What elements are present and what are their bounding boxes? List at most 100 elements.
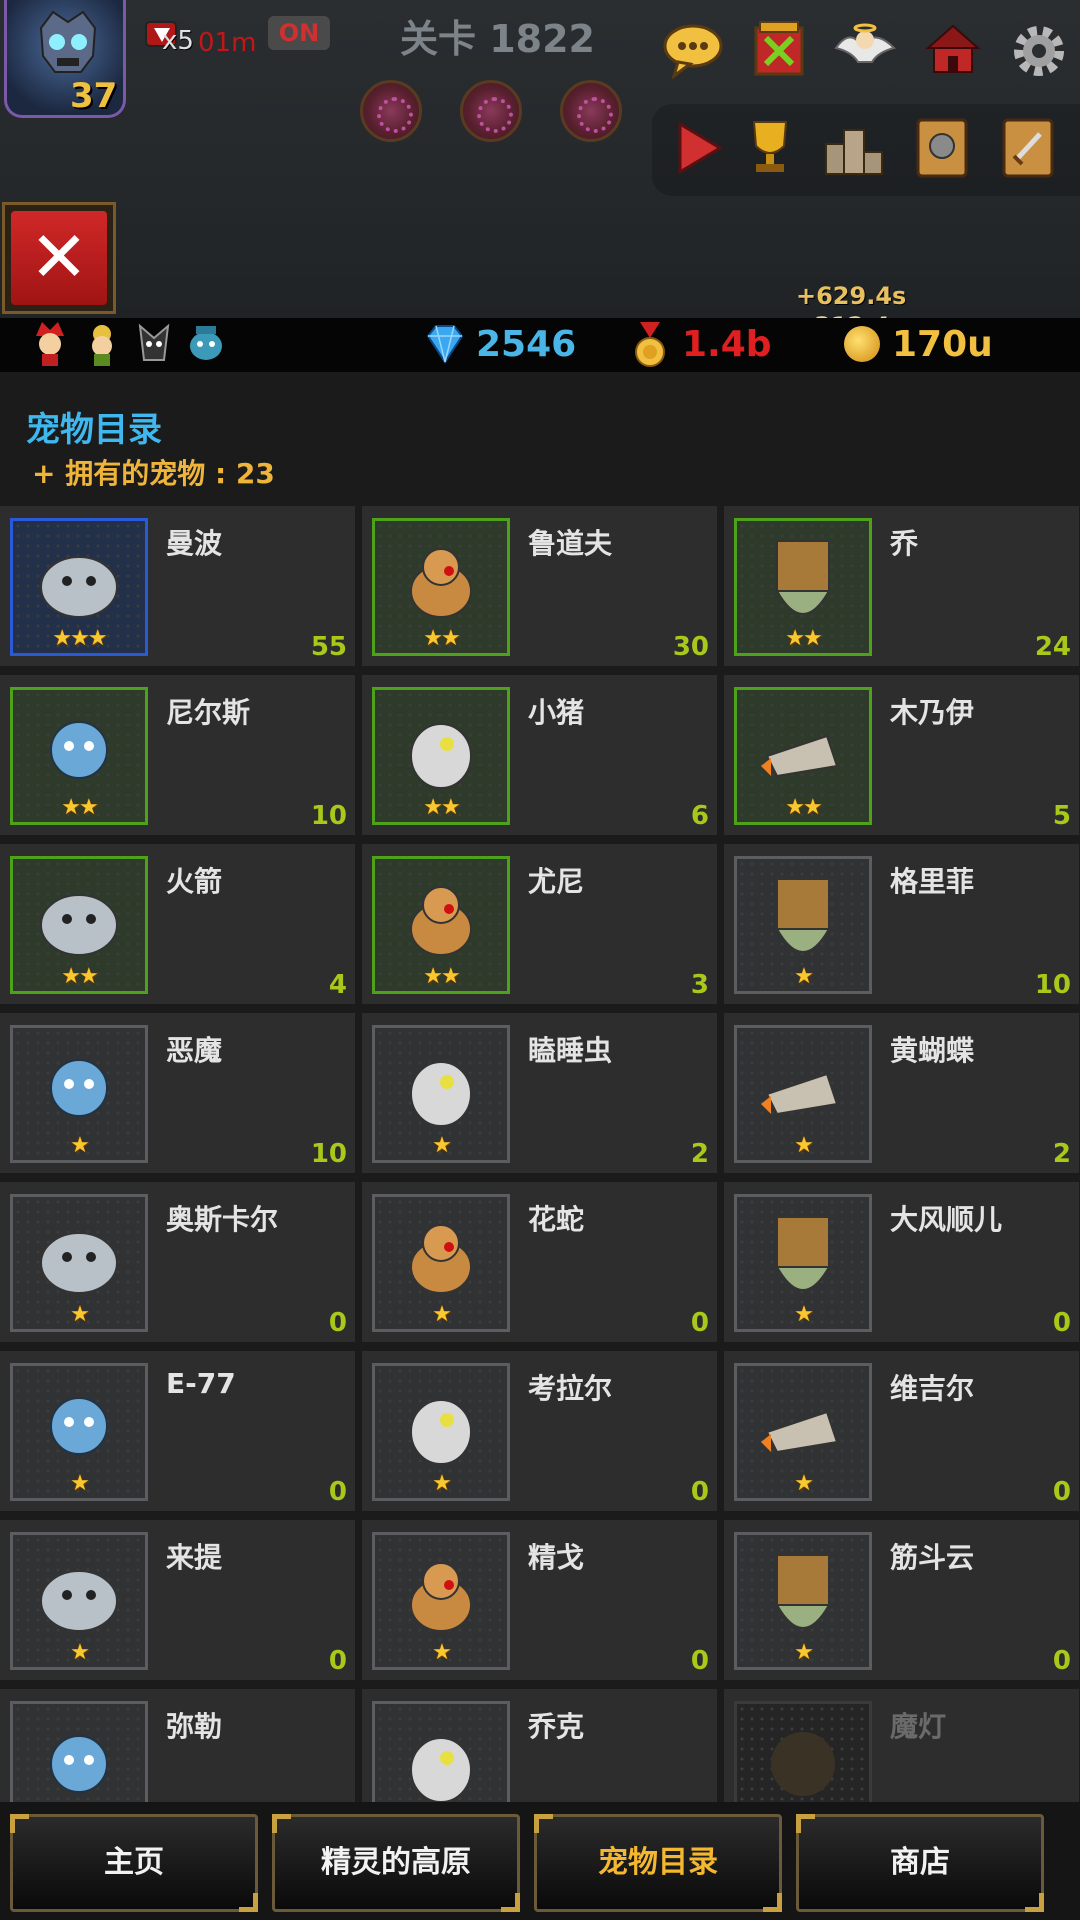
bottom-nav: 主页 精灵的高原 宠物目录 商店 xyxy=(0,1802,1080,1920)
nav-plateau-button[interactable]: 精灵的高原 xyxy=(272,1814,520,1912)
medal-count: 1.4b xyxy=(682,324,772,365)
pet-name: 考拉尔 xyxy=(528,1372,613,1405)
pet-creature-icon xyxy=(410,1224,472,1294)
pet-creature-icon xyxy=(40,556,118,618)
pet-stars: ★★ xyxy=(61,795,98,820)
pet-creature-icon xyxy=(50,1397,108,1455)
pet-stars: ★★ xyxy=(785,795,822,820)
pet-stars: ★ xyxy=(794,964,814,989)
pet-name: 鲁道夫 xyxy=(528,527,613,560)
pet-creature-icon xyxy=(775,1554,831,1629)
pet-name: 黄蝴蝶 xyxy=(890,1034,975,1067)
pet-name: 小猪 xyxy=(528,696,585,729)
pet-count: 0 xyxy=(690,1308,709,1338)
angel-icon[interactable] xyxy=(832,18,898,84)
pet-portrait: ★ xyxy=(10,1532,148,1670)
pet-portrait: ★ xyxy=(734,1194,872,1332)
play-icon[interactable] xyxy=(666,116,730,180)
pet-name: 格里菲 xyxy=(890,865,975,898)
pet-stars: ★ xyxy=(794,1133,814,1158)
hero-green-icon[interactable] xyxy=(82,320,122,368)
nav-pet-catalog-button[interactable]: 宠物目录 xyxy=(534,1814,782,1912)
pet-card[interactable]: 魔灯 xyxy=(724,1689,1079,1802)
chat-icon[interactable] xyxy=(660,18,726,84)
pet-stars: ★★ xyxy=(423,626,460,651)
pet-creature-icon xyxy=(410,723,472,789)
pet-grid[interactable]: ★★★ 曼波 55 ★★ 鲁道夫 30 ★★ 乔 24 ★★ 尼尔斯 10 ★★ 小猪 6 ★★ 木乃伊 5 ★★ 火… xyxy=(0,506,1080,1802)
pet-card[interactable]: ★★ 小猪 6 xyxy=(362,675,717,835)
pet-count: 0 xyxy=(328,1477,347,1507)
close-icon: ✕ xyxy=(29,216,89,298)
booster-timer: 01m xyxy=(198,28,257,58)
pet-card[interactable]: ★★★ 曼波 55 xyxy=(0,506,355,666)
pet-count: 10 xyxy=(1034,970,1071,1000)
pet-card[interactable]: ★★ 木乃伊 5 xyxy=(724,675,1079,835)
gear-icon[interactable] xyxy=(1006,18,1072,84)
pet-count: 3 xyxy=(690,970,709,1000)
pet-card[interactable]: ★ 来提 0 xyxy=(0,1520,355,1680)
hero-red-icon[interactable] xyxy=(30,320,70,368)
pet-card[interactable]: ★ 格里菲 10 xyxy=(724,844,1079,1004)
top-hud: 37 x5 01m ON 关卡 1822 ✕ +629.4s xyxy=(0,0,1080,340)
pet-name: 来提 xyxy=(166,1541,223,1574)
pet-count: 5 xyxy=(1052,801,1071,831)
pet-name: 花蛇 xyxy=(528,1203,585,1236)
pet-card[interactable]: ★ 大风顺儿 0 xyxy=(724,1182,1079,1342)
nav-shop-button[interactable]: 商店 xyxy=(796,1814,1044,1912)
hero-dark-icon[interactable] xyxy=(134,320,174,368)
pet-count: 6 xyxy=(690,801,709,831)
podium-icon[interactable] xyxy=(822,116,886,180)
pet-portrait xyxy=(734,1701,872,1802)
pet-card[interactable]: 乔克 xyxy=(362,1689,717,1802)
pet-card[interactable]: ★ 精戈 0 xyxy=(362,1520,717,1680)
helmet-book-icon[interactable] xyxy=(910,116,974,180)
pet-card[interactable]: ★ 瞌睡虫 2 xyxy=(362,1013,717,1173)
close-button[interactable]: ✕ xyxy=(2,202,116,314)
pet-stars: ★ xyxy=(432,1471,452,1496)
pet-count: 0 xyxy=(1052,1646,1071,1676)
pet-card[interactable]: ★★ 尼尔斯 10 xyxy=(0,675,355,835)
pet-portrait: ★★ xyxy=(734,687,872,825)
pet-count: 30 xyxy=(672,632,709,662)
pet-portrait: ★★ xyxy=(372,856,510,994)
pet-card[interactable]: ★ E-77 0 xyxy=(0,1351,355,1511)
pet-card[interactable]: ★★ 乔 24 xyxy=(724,506,1079,666)
pet-card[interactable]: ★ 花蛇 0 xyxy=(362,1182,717,1342)
pet-stars: ★ xyxy=(794,1471,814,1496)
pet-portrait: ★ xyxy=(734,856,872,994)
pet-stars: ★ xyxy=(70,1640,90,1665)
pet-portrait: ★ xyxy=(734,1532,872,1670)
gold-coin-icon xyxy=(844,326,880,362)
pet-count: 0 xyxy=(1052,1477,1071,1507)
pet-creature-icon xyxy=(410,1562,472,1632)
pet-card[interactable]: ★ 恶魔 10 xyxy=(0,1013,355,1173)
pet-count: 0 xyxy=(1052,1308,1071,1338)
pet-count: 10 xyxy=(310,1139,347,1169)
battle-flag-icon[interactable] xyxy=(746,18,812,84)
nav-home-button[interactable]: 主页 xyxy=(10,1814,258,1912)
pet-portrait: ★★ xyxy=(372,518,510,656)
hero-blue-icon[interactable] xyxy=(186,320,226,368)
pet-card[interactable]: ★ 奥斯卡尔 0 xyxy=(0,1182,355,1342)
pet-count: 0 xyxy=(690,1477,709,1507)
pet-card[interactable]: ★ 黄蝴蝶 2 xyxy=(724,1013,1079,1173)
pet-card[interactable]: ★★ 火箭 4 xyxy=(0,844,355,1004)
pet-card[interactable]: ★ 考拉尔 0 xyxy=(362,1351,717,1511)
pet-creature-icon xyxy=(50,1059,108,1117)
pet-portrait: ★★★ xyxy=(10,518,148,656)
pet-name: 尼尔斯 xyxy=(166,696,251,729)
currency-bar: 2546 1.4b 170u xyxy=(0,318,1080,372)
pet-count: 0 xyxy=(328,1646,347,1676)
pet-card[interactable]: ★ 维吉尔 0 xyxy=(724,1351,1079,1511)
auto-toggle[interactable]: ON xyxy=(268,16,330,50)
pet-card[interactable]: ★ 筋斗云 0 xyxy=(724,1520,1079,1680)
pet-name: 精戈 xyxy=(528,1541,585,1574)
pet-card[interactable]: 弥勒 xyxy=(0,1689,355,1802)
pet-card[interactable]: ★★ 鲁道夫 30 xyxy=(362,506,717,666)
pet-name: 乔克 xyxy=(528,1710,585,1743)
mailbox-icon[interactable] xyxy=(920,18,986,84)
pet-portrait: ★ xyxy=(734,1363,872,1501)
trophy-icon[interactable] xyxy=(738,116,802,180)
sword-book-icon[interactable] xyxy=(996,116,1060,180)
pet-card[interactable]: ★★ 尤尼 3 xyxy=(362,844,717,1004)
